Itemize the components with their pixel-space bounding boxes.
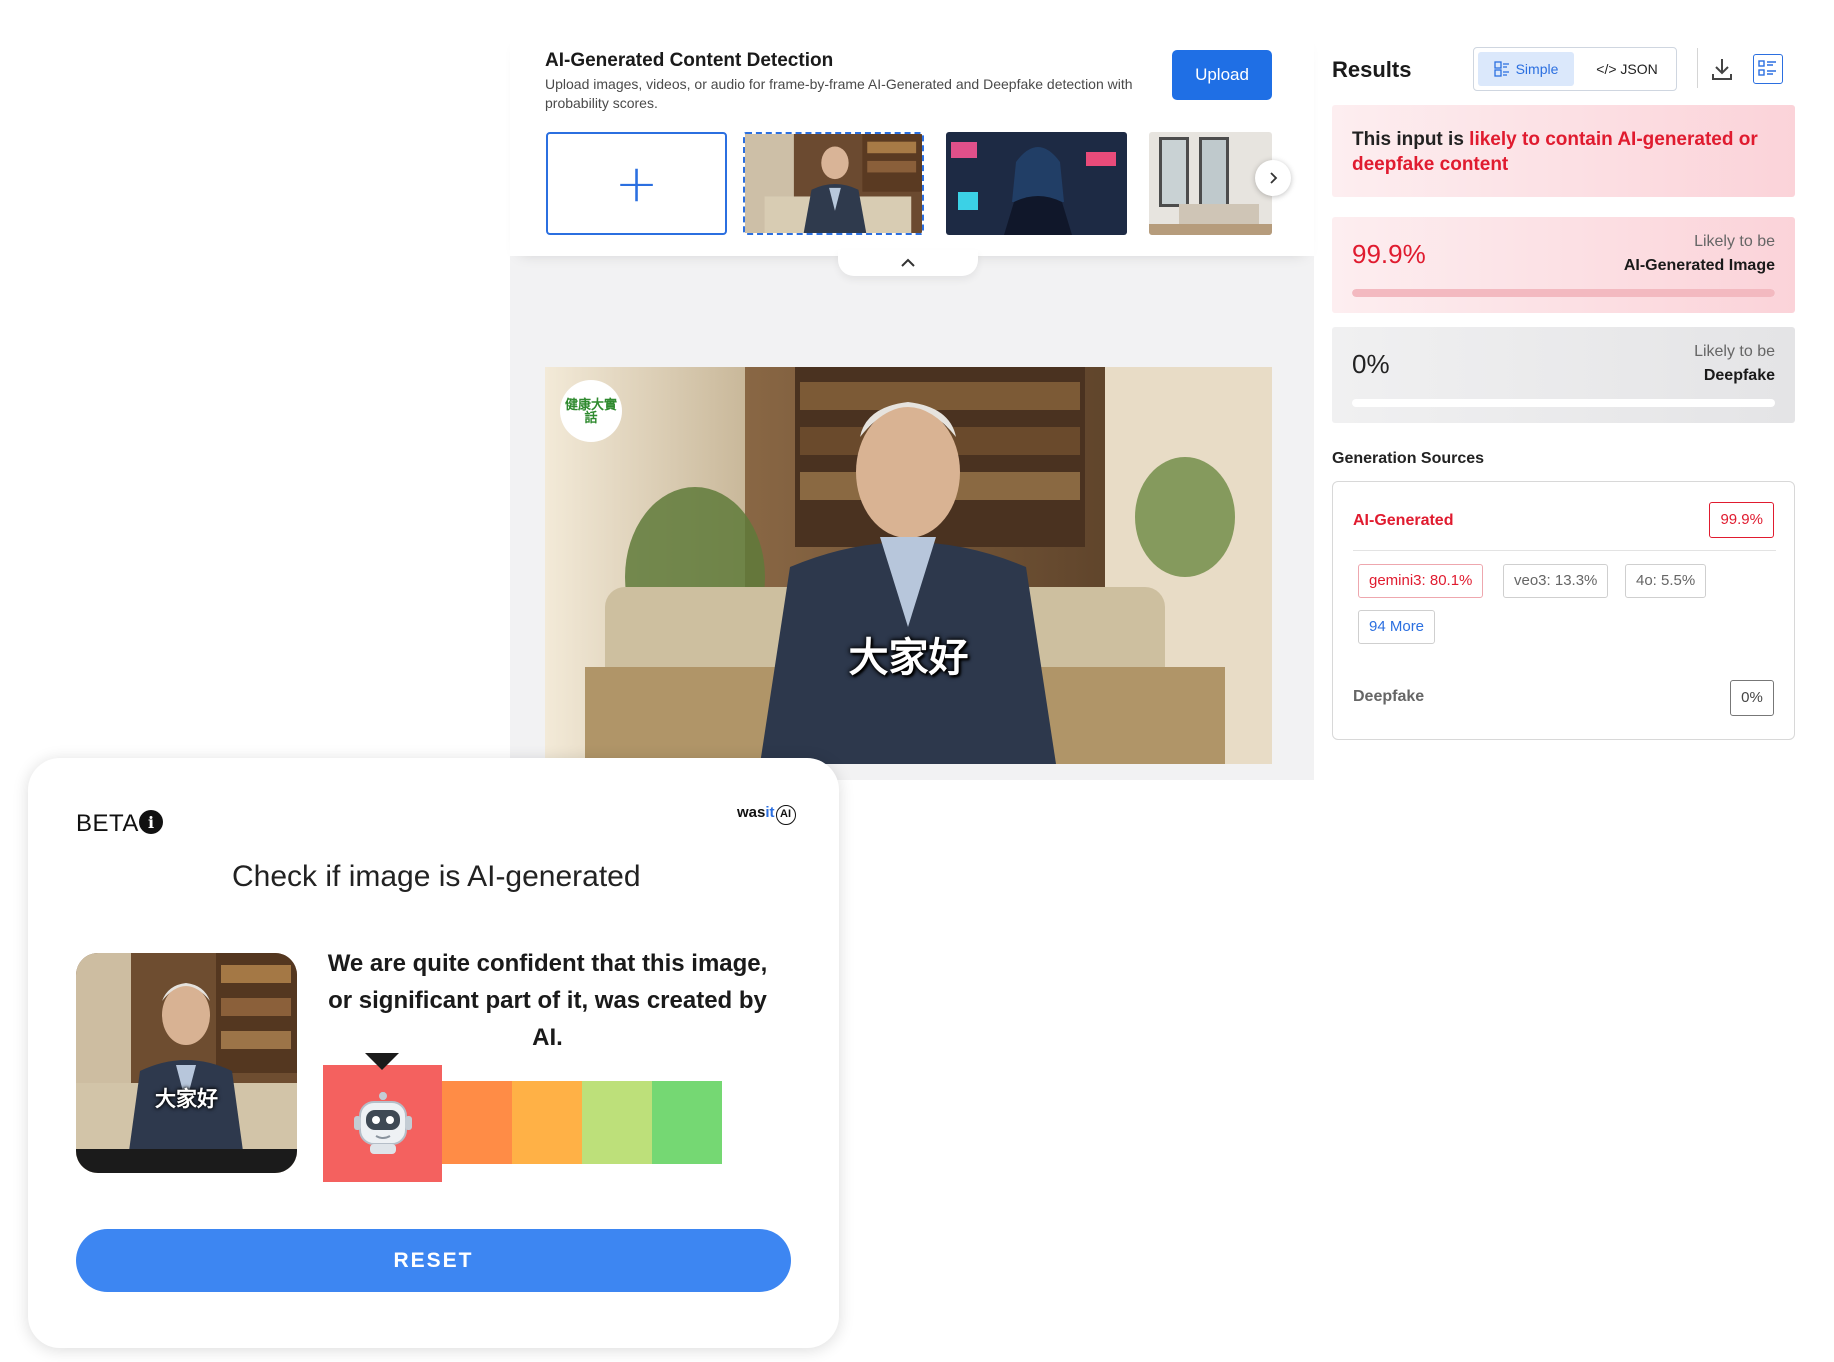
gen-ai-value-badge: 99.9% [1709,502,1774,538]
view-simple-button[interactable]: Simple [1478,52,1574,86]
generation-sources-title: Generation Sources [1332,450,1485,467]
thumbnail-selected[interactable] [743,132,924,235]
ai-score-card: 99.9% Likely to be AI-Generated Image [1332,217,1795,313]
info-glyph: i [147,812,155,832]
generation-sources-box: AI-Generated 99.9% gemini3: 80.1% veo3: … [1332,481,1795,740]
deepfake-score-label-top: Likely to be [1694,343,1775,360]
details-list-icon [1758,60,1776,76]
add-media-button[interactable]: + [546,132,727,235]
analyzed-image-thumbnail [76,953,297,1173]
deepfake-score-label-bottom: Deepfake [1703,367,1775,384]
ai-score-label-top: Likely to be [1694,233,1775,250]
thumbnail-cyber-woman[interactable] [946,132,1127,235]
ai-score-bar-fill [1352,289,1775,297]
download-icon[interactable] [1710,56,1734,82]
logo-was: was [737,804,766,821]
wasit-heading: Check if image is AI-generated [232,860,641,893]
confidence-scale-segment [442,1081,512,1164]
gen-divider [1353,550,1776,551]
deepfake-score-value: 0% [1352,349,1390,379]
verdict-prefix: This input is [1352,129,1470,150]
ai-score-bar [1352,289,1775,297]
list-layout-icon [1493,61,1509,77]
reset-button[interactable]: RESET [76,1229,791,1292]
confidence-scale-segment [582,1081,652,1164]
collapse-thumbnails-button[interactable] [838,250,978,276]
view-simple-label: Simple [1515,61,1559,77]
results-title: Results [1332,57,1412,82]
analyzed-photo [76,953,297,1173]
view-json-button[interactable]: </> JSON [1582,52,1672,86]
confidence-scale-segment [512,1081,582,1164]
chevron-up-icon [901,258,915,267]
gen-ai-label: AI-Generated [1353,512,1454,529]
thumbnail-image [1149,132,1272,235]
deepfake-score-card: 0% Likely to be Deepfake [1332,327,1795,423]
ai-score-value: 99.9% [1352,239,1426,269]
robot-icon [353,1091,412,1154]
logo-it: it [765,804,775,821]
verdict-alert: This input is likely to contain AI-gener… [1332,105,1795,197]
image-caption: 大家好 [848,634,969,681]
more-sources-button[interactable]: 94 More [1358,610,1436,644]
main-preview-image [545,367,1272,764]
view-mode-toggle: Simple </> JSON [1473,47,1677,91]
wasitai-logo: wasit AI [737,804,796,825]
confidence-scale-segment [652,1081,722,1164]
toolbar-divider [1697,48,1698,88]
thumbnail-image [745,134,922,233]
page-title: AI-Generated Content Detection [545,50,834,71]
beta-label: BETA [76,810,139,837]
details-view-button[interactable] [1753,54,1783,84]
page-description: Upload images, videos, or audio for fram… [545,76,1133,111]
source-chip[interactable]: gemini3: 80.1% [1358,564,1484,598]
gen-deepfake-value-badge: 0% [1730,680,1774,716]
confidence-scale-active-segment [323,1065,442,1182]
gen-deepfake-label: Deepfake [1353,688,1425,705]
next-thumbnails-button[interactable] [1255,160,1291,196]
deepfake-score-bar [1352,399,1775,407]
thumbnail-caption: 大家好 [155,1086,218,1111]
source-chip[interactable]: veo3: 13.3% [1503,564,1609,598]
source-chip[interactable]: 4o: 5.5% [1625,564,1707,598]
preview-photo [545,367,1272,764]
ai-score-label-bottom: AI-Generated Image [1623,257,1775,274]
plus-icon: + [614,153,659,214]
chevron-right-icon [1270,172,1278,184]
logo-ai-circle: AI [775,805,796,825]
channel-logo: 健康大實話 [560,380,622,442]
info-icon[interactable]: i [139,810,163,834]
thumbnail-image [946,132,1127,235]
scale-pointer [365,1053,399,1070]
upload-button[interactable]: Upload [1172,50,1272,100]
thumbnail-living-room[interactable] [1149,132,1272,235]
confidence-message: We are quite confident that this image, … [327,950,768,1051]
